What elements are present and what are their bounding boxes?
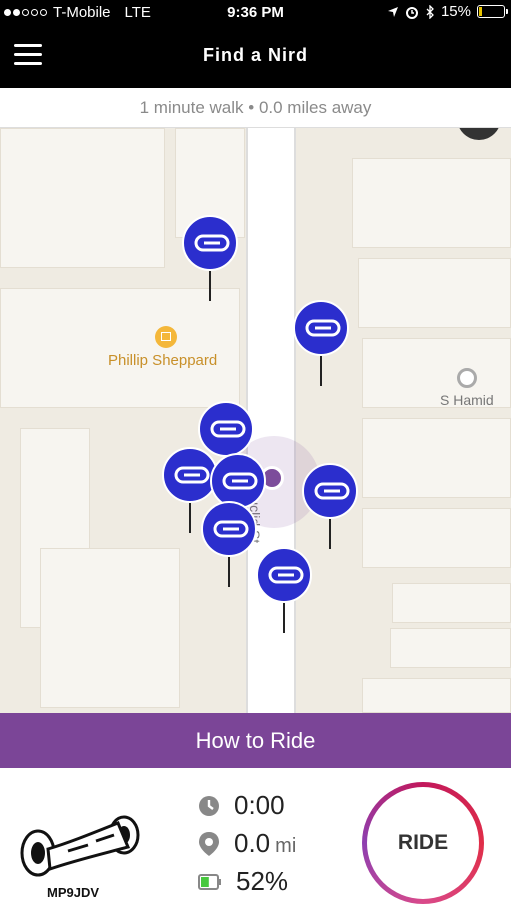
battery-icon [198, 873, 221, 890]
status-bar: T-Mobile LTE 9:36 PM 15% [0, 0, 511, 26]
location-arrow-icon [387, 6, 398, 17]
map-building [358, 258, 511, 328]
hoverboard-icon [268, 566, 304, 584]
map-building [0, 128, 165, 268]
ride-distance-value: 0.0 [234, 828, 271, 858]
nav-bar: Find a Nird [0, 26, 511, 88]
clock-icon [199, 795, 219, 816]
ride-distance: 0.0 mi [198, 828, 296, 859]
library-icon[interactable] [155, 326, 177, 348]
map-building [0, 288, 240, 408]
place-marker-icon[interactable] [457, 368, 477, 388]
compass-icon[interactable] [457, 128, 501, 140]
hoverboard-icon [194, 234, 230, 252]
hoverboard-icon [174, 466, 210, 484]
poi-library-label: Phillip Sheppard [108, 352, 218, 369]
board-battery: 52% [198, 866, 288, 897]
hoverboard-icon [222, 472, 258, 490]
ride-time: 0:00 [198, 790, 285, 821]
map-building [390, 628, 511, 668]
map-building [352, 158, 511, 248]
ride-panel: MP9JDV 0:00 0.0 mi 52% RIDE [0, 768, 511, 920]
hoverboard-icon [305, 319, 341, 337]
battery-icon [477, 5, 508, 18]
hoverboard-pin[interactable] [201, 501, 257, 587]
hoverboard-icon [314, 482, 350, 500]
battery-value: 52% [236, 866, 289, 896]
map-building [40, 548, 180, 708]
distance-unit: mi [275, 835, 297, 857]
location-pin-icon [199, 831, 219, 856]
alarm-icon [405, 6, 418, 19]
map-building [362, 418, 511, 498]
map-building [362, 508, 511, 568]
hoverboard-pin[interactable] [293, 300, 349, 386]
walk-info: 1 minute walk • 0.0 miles away [0, 88, 511, 128]
ride-button[interactable]: RIDE [362, 782, 484, 904]
hoverboard-image [20, 815, 140, 877]
ride-time-value: 0:00 [234, 790, 285, 820]
map-view[interactable]: Phillip Sheppard S Hamid Euclid St [0, 128, 511, 713]
map-building [392, 583, 511, 623]
poi-place-label: S Hamid [440, 392, 494, 408]
status-right: 15% [387, 3, 508, 20]
hoverboard-pin[interactable] [256, 547, 312, 633]
hoverboard-icon [213, 520, 249, 538]
page-title: Find a Nird [203, 45, 308, 65]
map-building [362, 678, 511, 713]
how-to-ride-button[interactable]: How to Ride [0, 713, 511, 768]
hoverboard-pin[interactable] [302, 463, 358, 549]
hoverboard-pin[interactable] [182, 215, 238, 301]
battery-percent: 15% [440, 3, 471, 20]
ride-button-label: RIDE [367, 787, 479, 899]
board-id: MP9JDV [47, 885, 100, 900]
hoverboard-icon [210, 420, 246, 438]
bluetooth-icon [426, 4, 434, 19]
